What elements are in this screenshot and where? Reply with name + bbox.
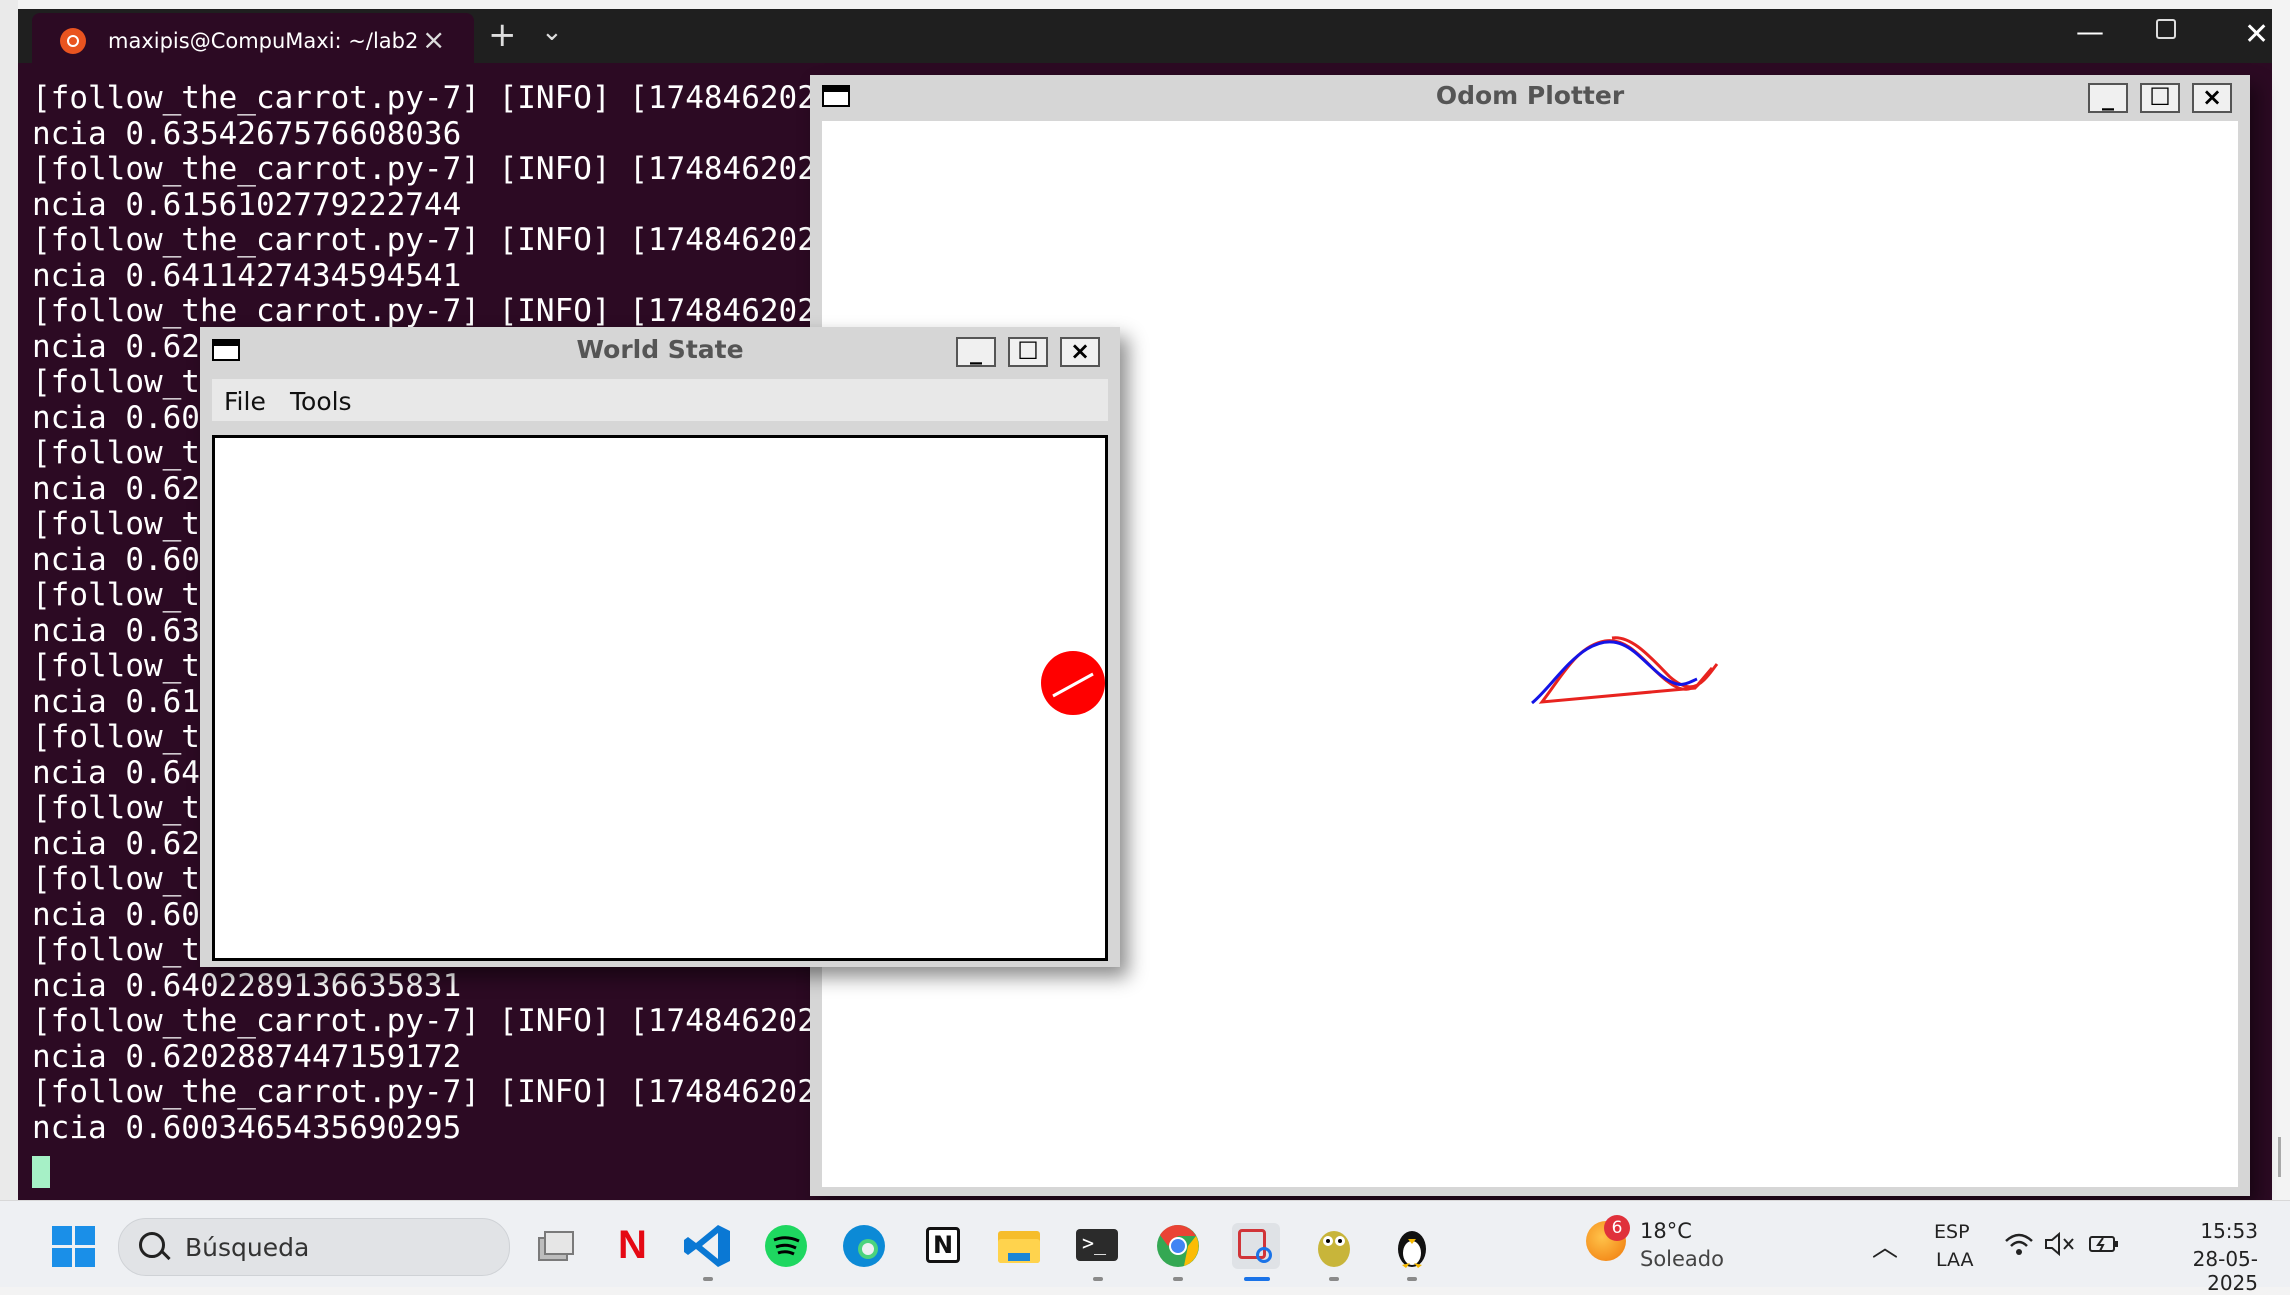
gnome-app-running-indicator — [1329, 1277, 1339, 1281]
chevron-down-icon[interactable]: ⌄ — [541, 17, 563, 47]
menu-file[interactable]: File — [224, 387, 266, 416]
weather-temp[interactable]: 18°C — [1640, 1219, 1692, 1243]
task-view-icon[interactable] — [530, 1223, 578, 1269]
edge-icon[interactable] — [840, 1223, 888, 1269]
ubuntu-icon — [60, 28, 86, 54]
netflix-icon[interactable]: N — [608, 1223, 656, 1269]
desktop-left-edge — [0, 0, 18, 1200]
terminal-line: ncia 0.6402289136635831 — [32, 967, 462, 1004]
weather-badge: 6 — [1604, 1215, 1630, 1241]
terminal-cursor — [32, 1156, 50, 1188]
wifi-icon[interactable] — [2004, 1231, 2034, 1261]
windows-start-icon[interactable] — [52, 1226, 96, 1268]
maximize-icon[interactable]: ☐ — [1008, 337, 1048, 367]
world-state-menubar: File Tools — [212, 379, 1108, 421]
terminal-tab[interactable]: maxipis@CompuMaxi: ~/lab2 × — [32, 13, 474, 63]
terminal-line: ncia 0.6411427434594541 — [32, 257, 462, 294]
linux-tux-icon[interactable] — [1388, 1223, 1436, 1269]
world-svg — [1041, 651, 1105, 715]
snipping-tool-icon[interactable] — [1232, 1223, 1280, 1269]
terminal-tab-title: maxipis@CompuMaxi: ~/lab2 — [108, 29, 419, 53]
restore-icon[interactable] — [2156, 19, 2176, 39]
world-state-window[interactable]: World State _ ☐ × File Tools — [200, 327, 1120, 967]
close-icon[interactable]: × — [2192, 83, 2232, 113]
robot-marker — [1041, 651, 1105, 715]
terminal-line: ncia 0.6156102779222744 — [32, 186, 462, 223]
terminal-line: [follow_the_carrot.py-7] [INFO] [1748462… — [32, 222, 854, 258]
minimize-icon[interactable]: _ — [956, 337, 996, 367]
vscode-running-indicator — [703, 1277, 713, 1281]
world-state-canvas[interactable] — [212, 435, 1108, 961]
terminal-scrollbar[interactable] — [2278, 1137, 2281, 1177]
chevron-up-icon[interactable]: ︿ — [1872, 1227, 1898, 1264]
odom-path-blue — [1531, 640, 1698, 705]
terminal-titlebar[interactable]: maxipis@CompuMaxi: ~/lab2 × + ⌄ — ✕ — [18, 9, 2272, 63]
tux-running-indicator — [1407, 1277, 1417, 1281]
terminal-line: ncia 0.6354267576608036 — [32, 115, 462, 152]
volume-muted-icon[interactable] — [2044, 1231, 2076, 1261]
language-top[interactable]: ESP — [1934, 1221, 1970, 1243]
close-icon[interactable]: × — [1060, 337, 1100, 367]
snipping-active-indicator — [1244, 1277, 1270, 1281]
taskbar-search[interactable]: Búsqueda — [118, 1218, 510, 1276]
gnome-app-icon[interactable] — [1310, 1223, 1358, 1269]
chrome-running-indicator — [1173, 1277, 1183, 1281]
terminal-line: [follow_the_carrot.py-7] [INFO] [1748462… — [32, 80, 854, 116]
search-placeholder: Búsqueda — [185, 1233, 310, 1262]
spotify-icon[interactable] — [762, 1223, 810, 1269]
taskbar: Búsqueda N N >_ 6 18°C Soleado ︿ ESP LAA… — [0, 1200, 2290, 1295]
vscode-icon[interactable] — [684, 1223, 732, 1269]
chrome-icon[interactable] — [1154, 1223, 1202, 1269]
minimize-icon[interactable]: _ — [2088, 83, 2128, 113]
terminal-line: [follow_the_carrot.py-7] [INFO] [1748462… — [32, 151, 854, 187]
terminal-line: ncia 0.6003465435690295 — [32, 1109, 462, 1146]
clock-date[interactable]: 28-05-2025 — [2146, 1247, 2258, 1295]
clock-time[interactable]: 15:53 — [2196, 1219, 2258, 1243]
desktop-strip — [0, 0, 2290, 9]
menu-tools[interactable]: Tools — [290, 387, 352, 416]
terminal-line: [follow_the_carrot.py-7] [INFO] [1748462… — [32, 293, 854, 329]
notion-icon[interactable]: N — [920, 1223, 968, 1269]
maximize-icon[interactable]: ☐ — [2140, 83, 2180, 113]
terminal-running-indicator — [1093, 1277, 1103, 1281]
terminal-line: ncia 0.6202887447159172 — [32, 1038, 462, 1075]
language-bottom[interactable]: LAA — [1936, 1249, 1974, 1271]
terminal-app-icon[interactable]: >_ — [1074, 1223, 1122, 1269]
minimize-icon[interactable]: — — [2076, 15, 2104, 48]
battery-icon[interactable] — [2088, 1231, 2120, 1261]
close-tab-icon[interactable]: × — [422, 23, 445, 56]
odom-plotter-title: Odom Plotter — [1435, 81, 1625, 110]
search-icon — [139, 1232, 165, 1258]
new-tab-icon[interactable]: + — [488, 15, 517, 55]
file-explorer-icon[interactable] — [996, 1223, 1044, 1269]
close-icon[interactable]: ✕ — [2244, 17, 2269, 52]
terminal-line: [follow_the_carrot.py-7] [INFO] [1748462… — [32, 1003, 854, 1039]
terminal-line: [follow_the_carrot.py-7] [INFO] [1748462… — [32, 1074, 854, 1110]
weather-desc[interactable]: Soleado — [1640, 1247, 1724, 1271]
